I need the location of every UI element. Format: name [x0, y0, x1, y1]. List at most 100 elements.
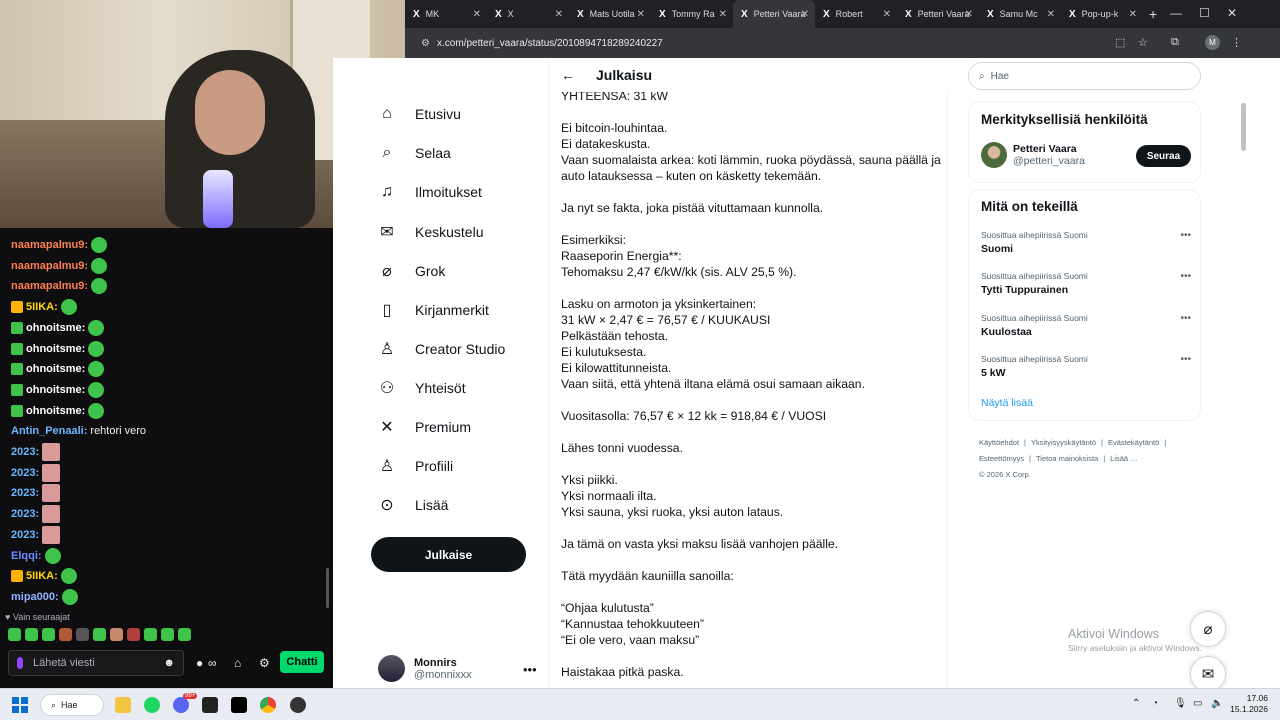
chat-username[interactable]: mipa000:	[11, 591, 59, 603]
taskbar-search[interactable]: ⌕ Hae	[40, 694, 104, 716]
install-app-icon[interactable]: ⬚	[1115, 36, 1125, 49]
spotify-icon[interactable]	[144, 697, 160, 713]
messages-floating-button[interactable]: ✉	[1190, 656, 1226, 688]
grok-floating-button[interactable]: ⌀	[1190, 611, 1226, 647]
chat-username[interactable]: 5IIKA:	[26, 301, 58, 313]
browser-tab[interactable]: X X ✕	[487, 0, 569, 28]
nav-item-keskustelu[interactable]: ✉ Keskustelu	[377, 222, 483, 242]
chat-username[interactable]: naamapalmu9:	[11, 280, 88, 292]
settings-gear-icon[interactable]: ⚙	[259, 656, 270, 670]
chat-scrollbar[interactable]	[326, 568, 329, 608]
taskbar-clock[interactable]: 17.06 15.1.2026	[1230, 693, 1268, 715]
microphone-icon[interactable]	[17, 657, 23, 669]
obs-icon[interactable]	[290, 697, 306, 713]
nav-item-grok[interactable]: ⌀ Grok	[377, 261, 445, 281]
browser-tab[interactable]: X Robert ✕	[815, 0, 897, 28]
follow-button[interactable]: Seuraa	[1136, 145, 1191, 167]
tab-close-icon[interactable]: ✕	[883, 9, 891, 20]
tab-close-icon[interactable]: ✕	[637, 9, 645, 20]
browser-tab[interactable]: X Mats Uotila ✕	[569, 0, 651, 28]
trend-more-icon[interactable]: •••	[1180, 271, 1191, 282]
chat-username[interactable]: 5IIKA:	[26, 570, 58, 582]
back-arrow-icon[interactable]: ←	[561, 67, 575, 83]
trend-item[interactable]: Suosittua aihepiirissä Suomi Suomi •••	[981, 230, 1191, 255]
tab-close-icon[interactable]: ✕	[473, 9, 481, 20]
browser-tab[interactable]: X Samu Mc ✕	[979, 0, 1061, 28]
account-more-icon[interactable]: •••	[523, 662, 537, 677]
microphone-tray-icon[interactable]: 🎙	[1174, 698, 1187, 709]
new-tab-button[interactable]: +	[1149, 6, 1157, 22]
nav-item-yhteisöt[interactable]: ⚇ Yhteisöt	[377, 378, 466, 398]
browser-tab[interactable]: X Pop-up-k ✕	[1061, 0, 1143, 28]
site-info-icon[interactable]: ⚙	[421, 38, 430, 49]
minimize-icon[interactable]: —	[1170, 6, 1182, 20]
chat-username[interactable]: ohnoitsme:	[26, 363, 85, 375]
browser-menu-icon[interactable]: ⋮	[1231, 36, 1242, 49]
emote[interactable]	[110, 628, 123, 641]
chat-username[interactable]: 2023:	[11, 508, 39, 520]
file-explorer-icon[interactable]	[115, 697, 131, 713]
maximize-icon[interactable]: ☐	[1199, 6, 1210, 20]
close-window-icon[interactable]: ✕	[1227, 6, 1237, 20]
emote[interactable]	[25, 628, 38, 641]
footer-link[interactable]: Evästekäytäntö	[1108, 438, 1159, 447]
footer-link[interactable]: Yksityisyyskäytäntö	[1031, 438, 1096, 447]
discord-icon[interactable]	[173, 697, 189, 713]
nav-item-lisää[interactable]: ⊙ Lisää	[377, 495, 448, 515]
tab-close-icon[interactable]: ✕	[1047, 9, 1055, 20]
chat-username[interactable]: Elqqi:	[11, 550, 42, 562]
emote-picker-icon[interactable]: ☻	[163, 657, 175, 669]
chat-username[interactable]: ohnoitsme:	[26, 343, 85, 355]
emote-bar[interactable]	[8, 628, 191, 641]
footer-link[interactable]: Lisää …	[1110, 454, 1138, 463]
suggested-user[interactable]: Petteri Vaara @petteri_vaara	[981, 142, 1085, 168]
post-button[interactable]: Julkaise	[371, 537, 526, 572]
chat-username[interactable]: 2023:	[11, 446, 39, 458]
nav-item-creator-studio[interactable]: ♙ Creator Studio	[377, 339, 505, 359]
search-input[interactable]: ⌕ Hae	[968, 62, 1201, 90]
chat-username[interactable]: 2023:	[11, 487, 39, 499]
chat-username[interactable]: ohnoitsme:	[26, 405, 85, 417]
chat-username[interactable]: Antin_Penaali:	[11, 425, 87, 437]
trend-more-icon[interactable]: •••	[1180, 313, 1191, 324]
profile-avatar[interactable]: M	[1205, 35, 1220, 50]
page-scrollbar[interactable]	[1241, 103, 1246, 151]
nav-item-profiili[interactable]: ♙ Profiili	[377, 456, 453, 476]
nav-item-premium[interactable]: ✕ Premium	[377, 417, 471, 437]
chat-username[interactable]: naamapalmu9:	[11, 239, 88, 251]
url-text[interactable]: x.com/petteri_vaara/status/2010894718289…	[437, 38, 663, 49]
trend-item[interactable]: Suosittua aihepiirissä Suomi Tytti Tuppur…	[981, 271, 1191, 296]
tray-chevron-icon[interactable]: ⌃	[1132, 698, 1140, 709]
channel-points-icon[interactable]: ●	[196, 656, 203, 670]
trend-item[interactable]: Suosittua aihepiirissä Suomi 5 kW •••	[981, 354, 1191, 379]
show-more-link[interactable]: Näytä lisää	[981, 397, 1033, 409]
emote[interactable]	[93, 628, 106, 641]
emote[interactable]	[161, 628, 174, 641]
footer-link[interactable]: Käyttöehdot	[979, 438, 1019, 447]
trend-more-icon[interactable]: •••	[1180, 230, 1191, 241]
chat-username[interactable]: naamapalmu9:	[11, 260, 88, 272]
account-switcher[interactable]: Monnirs @monnixxx	[378, 655, 472, 682]
chrome-icon[interactable]	[260, 697, 276, 713]
nav-item-selaa[interactable]: ⌕ Selaa	[377, 144, 451, 162]
emote[interactable]	[178, 628, 191, 641]
emote[interactable]	[144, 628, 157, 641]
tab-close-icon[interactable]: ✕	[965, 9, 973, 20]
start-button[interactable]	[12, 697, 28, 713]
app-icon-nl[interactable]	[202, 697, 218, 713]
chat-username[interactable]: ohnoitsme:	[26, 322, 85, 334]
chat-username[interactable]: ohnoitsme:	[26, 384, 85, 396]
emote[interactable]	[127, 628, 140, 641]
tab-close-icon[interactable]: ✕	[801, 9, 809, 20]
store-icon[interactable]: ⌂	[234, 656, 241, 670]
footer-link[interactable]: Tietoa mainoksista	[1036, 454, 1098, 463]
browser-tab[interactable]: X Tommy Ra ✕	[651, 0, 733, 28]
emote[interactable]	[76, 628, 89, 641]
browser-tab[interactable]: X Petteri Vaara ✕	[733, 0, 815, 28]
chat-send-button[interactable]: Chatti	[280, 651, 324, 673]
network-icon[interactable]: ▭	[1193, 698, 1202, 709]
x-app-icon[interactable]	[231, 697, 247, 713]
nav-item-ilmoitukset[interactable]: ♫ Ilmoitukset	[377, 183, 482, 201]
browser-tab[interactable]: X MK ✕	[405, 0, 487, 28]
trend-more-icon[interactable]: •••	[1180, 354, 1191, 365]
